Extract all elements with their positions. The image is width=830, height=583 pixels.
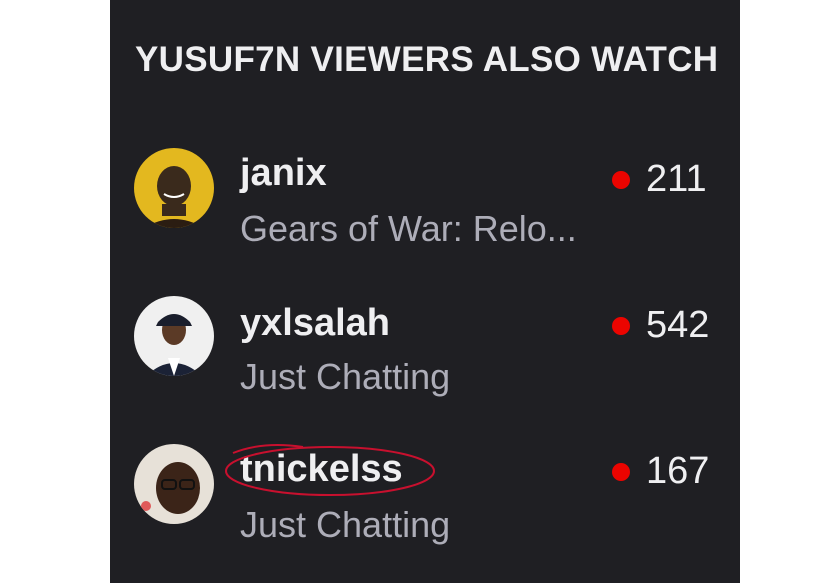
- live-dot-icon: [612, 316, 630, 335]
- viewers-also-watch-panel: YUSUF7N VIEWERS ALSO WATCH janix Gears o…: [110, 0, 740, 583]
- viewer-count: 542: [612, 304, 709, 347]
- viewer-count-value: 542: [646, 304, 710, 346]
- channel-row[interactable]: yxlsalah Just Chatting 542: [110, 292, 740, 412]
- viewer-count-value: 211: [646, 158, 707, 200]
- viewer-count: 167: [612, 450, 709, 493]
- channel-row[interactable]: tnickelss Just Chatting 167: [110, 440, 740, 560]
- channel-category[interactable]: Just Chatting: [240, 504, 450, 546]
- channel-avatar[interactable]: [134, 296, 214, 376]
- live-dot-icon: [612, 170, 630, 189]
- channel-category[interactable]: Just Chatting: [240, 356, 450, 398]
- live-dot-icon: [612, 462, 630, 481]
- channel-name[interactable]: tnickelss: [240, 448, 403, 491]
- channel-name[interactable]: janix: [240, 152, 327, 195]
- channel-avatar[interactable]: [134, 444, 214, 524]
- channel-name[interactable]: yxlsalah: [240, 302, 390, 345]
- viewer-count-value: 167: [646, 450, 710, 492]
- section-title: YUSUF7N VIEWERS ALSO WATCH: [135, 40, 719, 79]
- channel-row[interactable]: janix Gears of War: Relo... 211: [110, 140, 740, 260]
- viewer-count: 211: [612, 158, 707, 201]
- channel-avatar[interactable]: [134, 148, 214, 228]
- channel-category[interactable]: Gears of War: Relo...: [240, 208, 577, 250]
